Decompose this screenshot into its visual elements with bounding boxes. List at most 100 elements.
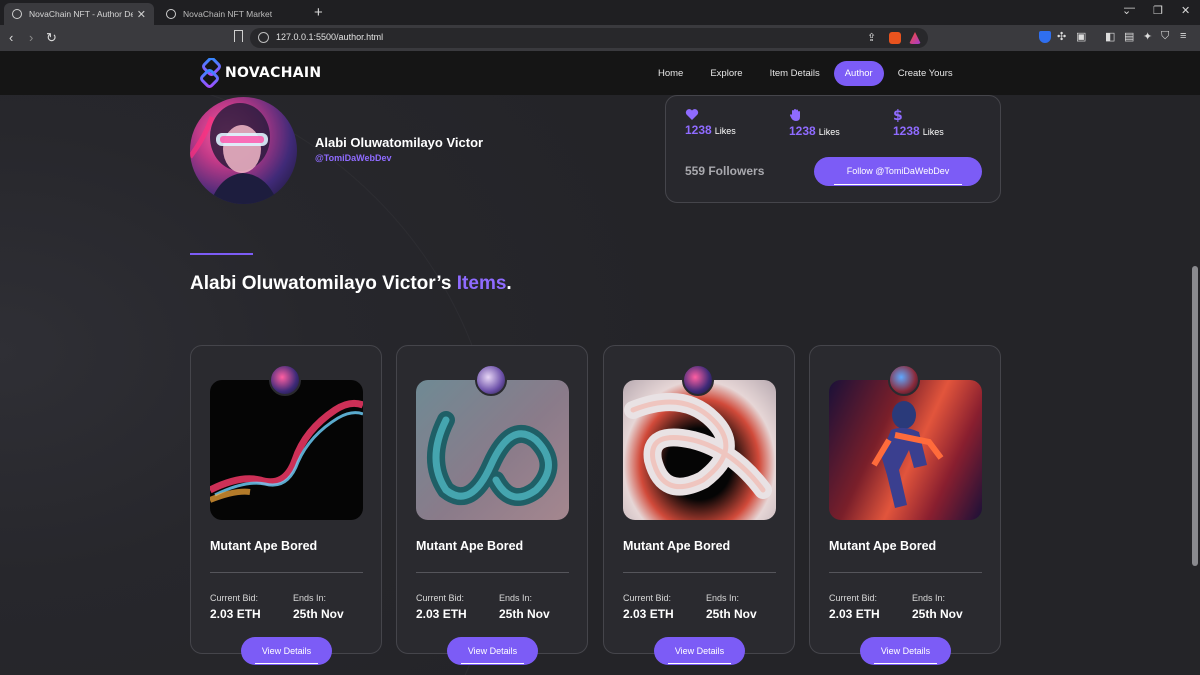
nav-item-details[interactable]: Item Details bbox=[757, 61, 833, 86]
site-info-icon[interactable] bbox=[258, 32, 269, 43]
wallet-icon[interactable]: ▤ bbox=[1124, 30, 1134, 43]
restore-window-icon[interactable]: ❐ bbox=[1153, 4, 1163, 17]
browser-tab-author[interactable]: NovaChain NFT - Author Detail P ✕ bbox=[4, 3, 154, 25]
tab-title: NovaChain NFT Market bbox=[183, 9, 273, 19]
bookmark-icon[interactable] bbox=[234, 30, 243, 42]
nav-explore[interactable]: Explore bbox=[697, 61, 755, 86]
stat-value: 1238 bbox=[893, 124, 920, 138]
view-details-label: View Details bbox=[261, 646, 312, 656]
card-divider bbox=[416, 572, 569, 573]
brand-logo[interactable]: NOVACHAIN bbox=[198, 57, 322, 88]
close-icon[interactable]: ✕ bbox=[137, 8, 146, 21]
button-underline bbox=[255, 662, 318, 664]
section-title-prefix: Alabi Oluwatomilayo Victor’s bbox=[190, 273, 452, 294]
site-navbar: NOVACHAIN Home Explore Item Details Auth… bbox=[0, 51, 1200, 95]
browser-tab-strip: NovaChain NFT - Author Detail P ✕ NovaCh… bbox=[0, 0, 1200, 25]
sidebar-icon[interactable]: ◧ bbox=[1105, 30, 1115, 43]
brave-rewards-icon[interactable] bbox=[909, 32, 921, 44]
view-details-button[interactable]: View Details bbox=[241, 637, 332, 665]
nft-title: Mutant Ape Bored bbox=[210, 539, 318, 553]
nft-image[interactable] bbox=[210, 380, 363, 520]
follow-button[interactable]: Follow @TomiDaWebDev bbox=[814, 157, 982, 186]
ends-in-label: Ends In: bbox=[499, 593, 533, 603]
view-details-button[interactable]: View Details bbox=[860, 637, 951, 665]
browser-tab-market[interactable]: NovaChain NFT Market bbox=[158, 3, 306, 25]
section-title: Alabi Oluwatomilayo Victor’s Items. bbox=[190, 273, 512, 295]
vpn-shield-icon[interactable] bbox=[1039, 31, 1051, 43]
dollar-icon: $ bbox=[893, 108, 944, 122]
stat-hand: 1238 Likes bbox=[789, 108, 840, 140]
main-menu: Home Explore Item Details Author Create … bbox=[645, 61, 967, 86]
new-tab-icon[interactable]: + bbox=[314, 4, 323, 21]
card-divider bbox=[829, 572, 982, 573]
hand-icon bbox=[789, 108, 840, 122]
author-handle[interactable]: @TomiDaWebDev bbox=[315, 153, 391, 163]
nft-card[interactable]: Mutant Ape Bored Current Bid: 2.03 ETH E… bbox=[603, 345, 795, 665]
current-bid-label: Current Bid: bbox=[210, 593, 259, 603]
globe-icon bbox=[166, 9, 176, 19]
card-author-avatar[interactable] bbox=[475, 364, 507, 396]
tab-capture-icon[interactable]: ▣ bbox=[1076, 30, 1086, 43]
window-minimize-icon[interactable]: — bbox=[1124, 2, 1135, 14]
browser-toolbar: ‹ › ↻ 127.0.0.1:5500/author.html ⇪ ✣ ▣ ◧… bbox=[0, 25, 1200, 51]
follow-button-label: Follow @TomiDaWebDev bbox=[846, 166, 950, 176]
button-underline bbox=[461, 662, 524, 664]
stat-value: 1238 bbox=[685, 123, 712, 137]
nav-author[interactable]: Author bbox=[833, 61, 884, 86]
close-window-icon[interactable]: ✕ bbox=[1181, 4, 1190, 17]
globe-icon bbox=[12, 9, 22, 19]
nft-title: Mutant Ape Bored bbox=[829, 539, 937, 553]
heart-icon bbox=[685, 108, 736, 121]
brand-name: NOVACHAIN bbox=[225, 65, 322, 81]
author-stats-panel: 1238 Likes 1238 Likes $ 1238 Likes 559 Foll… bbox=[665, 95, 1001, 203]
nft-card[interactable]: Mutant Ape Bored Current Bid: 2.03 ETH E… bbox=[396, 345, 588, 665]
nav-home[interactable]: Home bbox=[645, 61, 696, 86]
nft-title: Mutant Ape Bored bbox=[416, 539, 524, 553]
button-underline bbox=[834, 183, 962, 185]
forward-icon[interactable]: › bbox=[29, 30, 33, 45]
vpn-icon[interactable]: ⛉ bbox=[1161, 30, 1169, 43]
card-divider bbox=[210, 572, 363, 573]
stat-label: Likes bbox=[922, 127, 944, 137]
current-bid-value: 2.03 ETH bbox=[210, 607, 261, 621]
share-icon[interactable]: ⇪ bbox=[867, 31, 876, 44]
stat-likes: 1238 Likes bbox=[685, 108, 736, 139]
back-icon[interactable]: ‹ bbox=[9, 30, 13, 45]
card-author-avatar[interactable] bbox=[888, 364, 920, 396]
brave-shield-icon[interactable] bbox=[889, 32, 901, 44]
nav-create-yours[interactable]: Create Yours bbox=[885, 61, 966, 86]
extensions-icon[interactable]: ✣ bbox=[1057, 30, 1066, 43]
current-bid-label: Current Bid: bbox=[829, 593, 878, 603]
view-details-button[interactable]: View Details bbox=[654, 637, 745, 665]
view-details-label: View Details bbox=[467, 646, 518, 656]
ends-in-value: 25th Nov bbox=[499, 607, 550, 621]
card-author-avatar[interactable] bbox=[682, 364, 714, 396]
current-bid-label: Current Bid: bbox=[416, 593, 465, 603]
scrollbar-thumb[interactable] bbox=[1192, 266, 1198, 566]
card-divider bbox=[623, 572, 776, 573]
nft-image[interactable] bbox=[623, 380, 776, 520]
page-scrollbar[interactable] bbox=[1190, 51, 1200, 675]
followers-count: 559 Followers bbox=[685, 164, 765, 178]
url-text[interactable]: 127.0.0.1:5500/author.html bbox=[276, 32, 383, 42]
nft-image[interactable] bbox=[829, 380, 982, 520]
ends-in-label: Ends In: bbox=[912, 593, 946, 603]
leo-ai-icon[interactable]: ✦ bbox=[1143, 30, 1152, 43]
current-bid-value: 2.03 ETH bbox=[623, 607, 674, 621]
ends-in-value: 25th Nov bbox=[912, 607, 963, 621]
nft-card[interactable]: Mutant Ape Bored Current Bid: 2.03 ETH E… bbox=[190, 345, 382, 665]
menu-icon[interactable]: ≡ bbox=[1180, 30, 1186, 42]
current-bid-value: 2.03 ETH bbox=[829, 607, 880, 621]
current-bid-value: 2.03 ETH bbox=[416, 607, 467, 621]
reload-icon[interactable]: ↻ bbox=[46, 30, 57, 46]
ends-in-value: 25th Nov bbox=[293, 607, 344, 621]
view-details-button[interactable]: View Details bbox=[447, 637, 538, 665]
stat-label: Likes bbox=[818, 127, 840, 137]
view-details-label: View Details bbox=[674, 646, 725, 656]
nft-image[interactable] bbox=[416, 380, 569, 520]
section-title-suffix: . bbox=[506, 273, 512, 294]
address-bar[interactable]: 127.0.0.1:5500/author.html ⇪ bbox=[250, 28, 928, 48]
nft-card[interactable]: Mutant Ape Bored Current Bid: 2.03 ETH E… bbox=[809, 345, 1001, 665]
section-title-accent: Items bbox=[456, 273, 507, 294]
card-author-avatar[interactable] bbox=[269, 364, 301, 396]
